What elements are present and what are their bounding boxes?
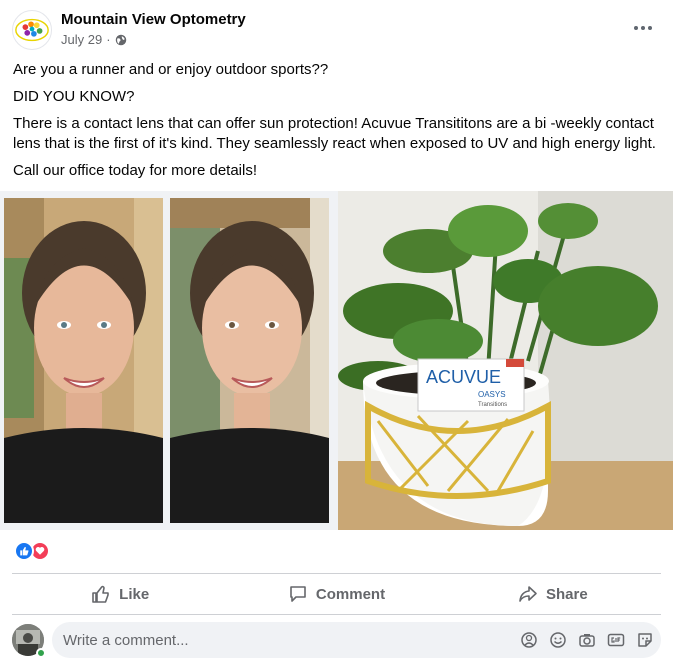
comment-composer (12, 622, 661, 658)
page-name-link[interactable]: Mountain View Optometry (61, 11, 246, 28)
post-body: Are you a runner and or enjoy outdoor sp… (13, 60, 663, 187)
globe-icon (115, 34, 126, 45)
comment-box (52, 622, 661, 658)
camera-icon[interactable] (577, 630, 597, 650)
sticker-icon[interactable] (635, 630, 655, 650)
post-meta: July 29 · (61, 32, 127, 47)
portrait-photo-2 (170, 198, 329, 523)
plant-product-photo: ACUVUE OASYS Transitions (338, 191, 673, 530)
post-paragraph: Are you a runner and or enjoy outdoor sp… (13, 61, 329, 78)
box-brand-text: ACUVUE (426, 367, 501, 387)
like-button[interactable]: Like (12, 574, 228, 614)
comment-label: Comment (315, 585, 386, 603)
post-paragraph: DID YOU KNOW? (13, 88, 135, 105)
speech-bubble-icon (290, 586, 306, 602)
gif-icon[interactable] (606, 630, 626, 650)
page-avatar[interactable] (12, 10, 52, 50)
like-icon (14, 541, 34, 561)
box-line-text: OASYS (478, 390, 506, 399)
post-action-bar: Like Comment Share (12, 573, 661, 615)
post-paragraph: There is a contact lens that can offer s… (13, 115, 656, 152)
box-variant-text: Transitions (478, 402, 507, 408)
more-dot-icon (648, 26, 652, 30)
thumbs-up-icon (92, 585, 109, 603)
emoji-icon[interactable] (548, 630, 568, 650)
like-label: Like (119, 585, 150, 603)
photo-grid: ACUVUE OASYS Transitions (0, 191, 673, 530)
more-dot-icon (641, 26, 645, 30)
post-header: Mountain View Optometry July 29 · (0, 0, 673, 56)
post-date-link[interactable]: July 29 (61, 32, 102, 47)
share-label: Share (545, 585, 588, 603)
reaction-summary[interactable] (14, 541, 50, 561)
online-status-icon (36, 648, 46, 658)
meta-separator: · (106, 32, 111, 47)
photo-after[interactable] (170, 198, 329, 523)
portrait-photo-1 (4, 198, 163, 523)
share-button[interactable]: Share (445, 574, 661, 614)
photo-product-plant[interactable]: ACUVUE OASYS Transitions (338, 191, 673, 530)
comment-tools (519, 630, 655, 650)
avatar-sticker-icon[interactable] (519, 630, 539, 650)
more-dot-icon (634, 26, 638, 30)
more-options-button[interactable] (631, 16, 655, 40)
comment-input[interactable] (52, 622, 502, 658)
share-arrow-icon (519, 586, 537, 602)
eye-logo-icon (15, 18, 49, 42)
photo-before[interactable] (4, 198, 163, 523)
post-paragraph: Call our office today for more details! (13, 162, 258, 179)
comment-button[interactable]: Comment (228, 574, 444, 614)
